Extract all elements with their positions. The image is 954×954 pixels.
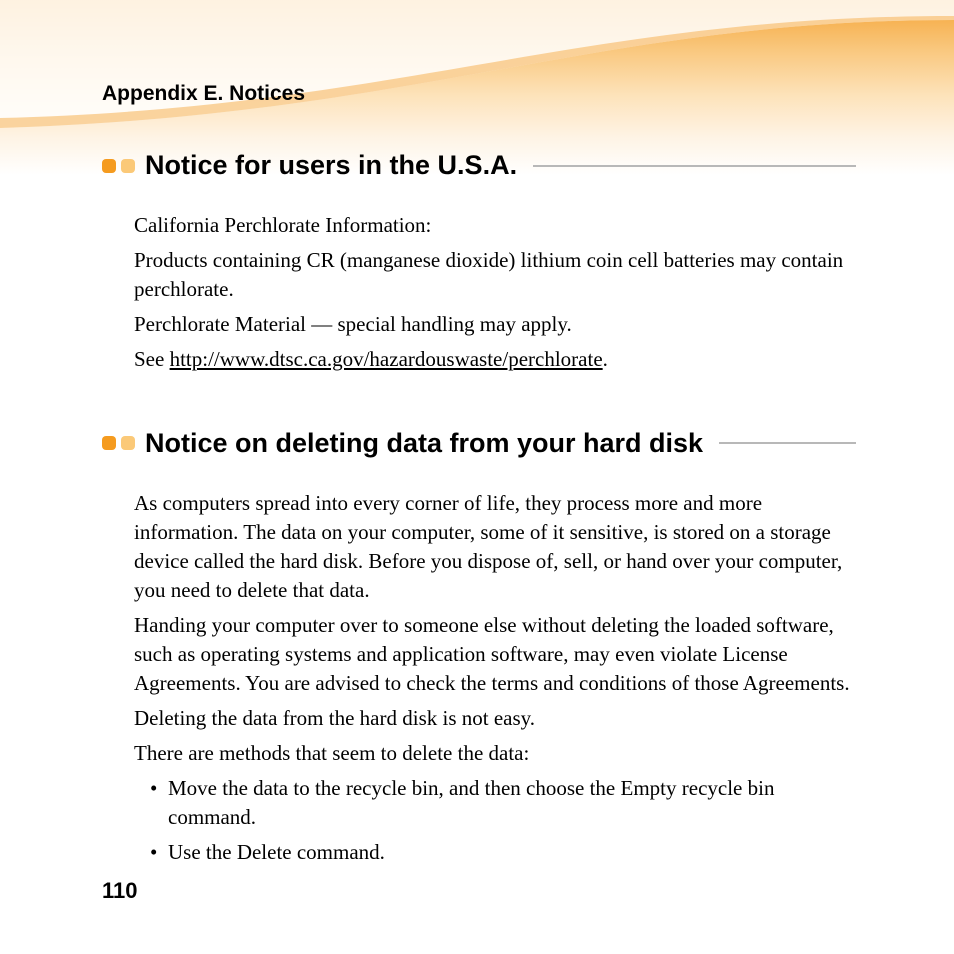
heading-rule <box>719 442 856 444</box>
section-body-usa: California Perchlorate Information: Prod… <box>102 211 856 374</box>
bullet-square-orange <box>102 159 116 173</box>
list-item: • Use the Delete command. <box>150 838 856 867</box>
page-content: Notice for users in the U.S.A. Californi… <box>102 150 856 872</box>
bullet-dot: • <box>150 838 168 867</box>
para: Handing your computer over to someone el… <box>134 611 856 698</box>
bullet-list: • Move the data to the recycle bin, and … <box>134 774 856 867</box>
bullet-dot: • <box>150 774 168 832</box>
heading-text-harddisk: Notice on deleting data from your hard d… <box>145 428 703 459</box>
heading-bullets <box>102 436 135 450</box>
para: Deleting the data from the hard disk is … <box>134 704 856 733</box>
para: California Perchlorate Information: <box>134 211 856 240</box>
para: As computers spread into every corner of… <box>134 489 856 605</box>
para: Products containing CR (manganese dioxid… <box>134 246 856 304</box>
section-heading-harddisk: Notice on deleting data from your hard d… <box>102 428 856 459</box>
heading-bullets <box>102 159 135 173</box>
list-item: • Move the data to the recycle bin, and … <box>150 774 856 832</box>
bullet-square-light <box>121 436 135 450</box>
perchlorate-link[interactable]: http://www.dtsc.ca.gov/hazardouswaste/pe… <box>170 347 603 371</box>
para: There are methods that seem to delete th… <box>134 739 856 768</box>
bullet-square-orange <box>102 436 116 450</box>
para: Perchlorate Material — special handling … <box>134 310 856 339</box>
bullet-text: Move the data to the recycle bin, and th… <box>168 774 856 832</box>
page-number: 110 <box>102 878 138 904</box>
para: See http://www.dtsc.ca.gov/hazardouswast… <box>134 345 856 374</box>
section-heading-usa: Notice for users in the U.S.A. <box>102 150 856 181</box>
heading-rule <box>533 165 856 167</box>
bullet-text: Use the Delete command. <box>168 838 385 867</box>
text: . <box>603 347 608 371</box>
heading-text-usa: Notice for users in the U.S.A. <box>145 150 517 181</box>
text: See <box>134 347 170 371</box>
appendix-title: Appendix E. Notices <box>102 82 305 106</box>
section-body-harddisk: As computers spread into every corner of… <box>102 489 856 867</box>
bullet-square-light <box>121 159 135 173</box>
